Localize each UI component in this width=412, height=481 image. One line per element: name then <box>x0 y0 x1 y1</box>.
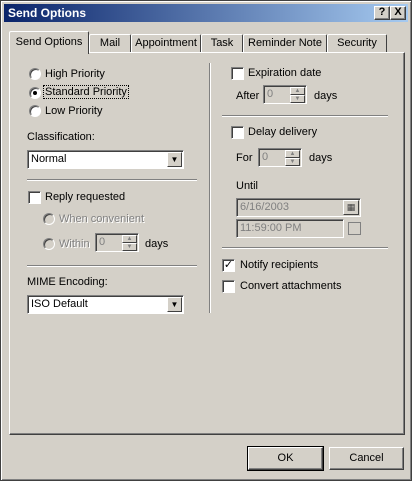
mime-encoding-label: MIME Encoding: <box>27 276 108 288</box>
send-options-dialog: Send Options ? X Send Options Mail Appoi… <box>0 0 412 481</box>
tab-label: Task <box>210 37 234 49</box>
spin-down-icon[interactable]: ▼ <box>285 158 300 166</box>
standard-priority-label[interactable]: Standard Priority <box>43 85 129 99</box>
title-bar: Send Options ? X <box>4 4 408 22</box>
convert-attachments-checkbox[interactable] <box>222 280 235 293</box>
reply-requested-checkbox[interactable] <box>28 191 41 204</box>
within-days-value: 0 <box>99 236 106 248</box>
tab-label: Send Options <box>15 36 83 48</box>
cancel-button[interactable]: Cancel <box>329 447 404 470</box>
calendar-icon[interactable]: ▦ <box>343 200 359 215</box>
close-button[interactable]: X <box>390 6 406 20</box>
classification-label: Classification: <box>27 131 95 143</box>
mime-encoding-value: ISO Default <box>31 298 88 310</box>
within-radio[interactable] <box>43 238 55 250</box>
for-days-unit: days <box>309 152 333 164</box>
tab-security[interactable]: Security <box>327 34 387 53</box>
after-label: After <box>236 90 260 102</box>
low-priority-label[interactable]: Low Priority <box>45 105 102 117</box>
chevron-down-icon[interactable]: ▼ <box>167 297 182 312</box>
when-convenient-label: When convenient <box>59 213 144 225</box>
spin-up-icon[interactable]: ▲ <box>122 235 137 243</box>
classification-select[interactable]: Normal ▼ <box>27 150 184 169</box>
tab-reminder-note[interactable]: Reminder Note <box>243 34 327 53</box>
after-days-value: 0 <box>267 88 274 100</box>
delay-delivery-checkbox[interactable] <box>231 126 244 139</box>
delay-delivery-label[interactable]: Delay delivery <box>248 126 317 138</box>
divider <box>222 247 388 249</box>
spin-up-icon[interactable]: ▲ <box>290 87 305 95</box>
tab-task[interactable]: Task <box>201 34 243 53</box>
time-picker-icon[interactable] <box>348 222 361 235</box>
spin-down-icon[interactable]: ▼ <box>290 95 305 103</box>
tab-send-options[interactable]: Send Options <box>9 31 89 54</box>
within-days-unit: days <box>145 238 169 250</box>
tab-label: Security <box>337 37 377 49</box>
ok-label: OK <box>277 452 294 464</box>
when-convenient-radio[interactable] <box>43 213 55 225</box>
convert-attachments-label[interactable]: Convert attachments <box>240 280 342 292</box>
ok-button[interactable]: OK <box>247 446 324 471</box>
notify-recipients-checkbox[interactable]: ✓ <box>222 259 235 272</box>
mime-encoding-select[interactable]: ISO Default ▼ <box>27 295 184 314</box>
after-days-unit: days <box>314 90 338 102</box>
low-priority-radio[interactable] <box>29 105 41 117</box>
tab-label: Reminder Note <box>248 37 322 49</box>
help-icon: ? <box>378 6 386 18</box>
tab-label: Appointment <box>135 37 197 49</box>
notify-recipients-label[interactable]: Notify recipients <box>240 259 318 271</box>
divider <box>27 179 197 181</box>
tab-label: Mail <box>99 37 121 49</box>
spin-down-icon[interactable]: ▼ <box>122 243 137 251</box>
until-time-field[interactable]: 11:59:00 PM <box>236 219 344 238</box>
high-priority-radio[interactable] <box>29 68 41 80</box>
spin-up-icon[interactable]: ▲ <box>285 150 300 158</box>
reply-requested-label[interactable]: Reply requested <box>45 191 125 203</box>
send-options-panel: High Priority Standard Priority Low Prio… <box>9 52 405 435</box>
for-label: For <box>236 152 253 164</box>
classification-value: Normal <box>31 153 67 165</box>
window-title: Send Options <box>8 6 86 20</box>
until-label: Until <box>236 180 259 192</box>
tab-appointment[interactable]: Appointment <box>131 34 201 53</box>
tab-strip: Send Options Mail Appointment Task Remin… <box>9 31 405 54</box>
for-days-spinner[interactable]: 0 ▲ ▼ <box>258 148 302 167</box>
expiration-date-label[interactable]: Expiration date <box>248 67 321 79</box>
divider <box>222 115 388 117</box>
until-time-value: 11:59:00 PM <box>240 222 302 234</box>
within-days-spinner[interactable]: 0 ▲ ▼ <box>95 233 139 252</box>
expiration-date-checkbox[interactable] <box>231 67 244 80</box>
chevron-down-icon[interactable]: ▼ <box>167 152 182 167</box>
cancel-label: Cancel <box>349 452 384 464</box>
until-date-field[interactable]: 6/16/2003 ▦ <box>236 198 361 217</box>
after-days-spinner[interactable]: 0 ▲ ▼ <box>263 85 307 104</box>
for-days-value: 0 <box>262 151 269 163</box>
standard-priority-radio[interactable] <box>29 87 41 99</box>
divider <box>27 265 197 267</box>
high-priority-label[interactable]: High Priority <box>45 68 105 80</box>
help-button[interactable]: ? <box>374 6 390 20</box>
within-label: Within <box>59 238 90 250</box>
close-icon: X <box>394 6 402 18</box>
tab-mail[interactable]: Mail <box>89 34 131 53</box>
until-date-value: 6/16/2003 <box>240 201 289 213</box>
column-divider <box>209 63 211 313</box>
